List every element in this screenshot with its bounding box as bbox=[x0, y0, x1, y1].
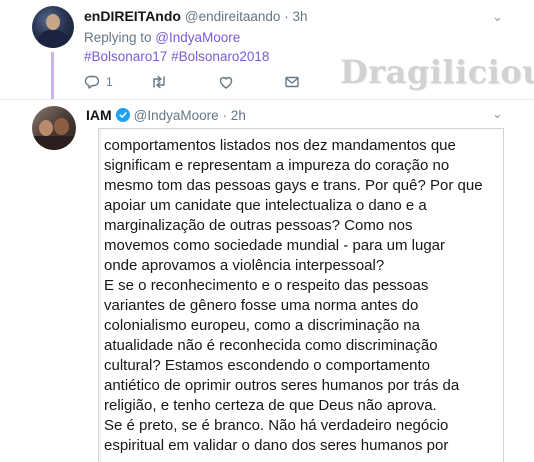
reply-icon bbox=[84, 75, 100, 89]
avatar-shadow bbox=[32, 136, 76, 150]
body-text-line: marginalização de outras pessoas? Como n… bbox=[104, 217, 413, 234]
tweet2-display-name[interactable]: IAM bbox=[86, 107, 112, 123]
body-text-line: cultural? Estamos escondendo o comportam… bbox=[104, 357, 431, 374]
tweet1-handle[interactable]: @endireitaando bbox=[185, 9, 281, 24]
like-button[interactable] bbox=[218, 74, 234, 90]
tweet2-handle[interactable]: @IndyaMoore bbox=[134, 108, 219, 123]
body-text-line: significam e representam a impureza do c… bbox=[104, 157, 450, 174]
tweet2-more-chevron-down-icon[interactable]: ⌄ bbox=[492, 106, 503, 122]
body-text-line: Se é preto, se é branco. Não há verdadei… bbox=[104, 417, 449, 434]
body-text-line: movemos como sociedade mundial - para um… bbox=[104, 237, 445, 254]
retweet-icon bbox=[153, 75, 165, 89]
tweet1-display-name[interactable]: enDIREITAndo bbox=[84, 8, 181, 24]
direct-message-button[interactable] bbox=[284, 74, 300, 90]
avatar-body bbox=[38, 30, 68, 48]
tweet1-action-bar: 1 bbox=[84, 74, 384, 92]
body-text-line: onde aprovamos a violência interpessoal? bbox=[104, 257, 385, 274]
tweet1-time[interactable]: · 3h bbox=[284, 9, 307, 24]
body-text-line: colonialismo europeu, como a discriminaç… bbox=[104, 317, 420, 334]
avatar-face bbox=[46, 14, 60, 30]
avatar-face-right bbox=[54, 118, 69, 135]
replying-to-mention-link[interactable]: @IndyaMoore bbox=[155, 30, 240, 45]
reply-button[interactable]: 1 bbox=[84, 74, 113, 90]
tweet2-attached-text-image[interactable]: comportamentos listados nos dez mandamen… bbox=[98, 128, 504, 462]
body-text-line: atualidade não é reconhecida como discri… bbox=[104, 337, 438, 354]
replying-to-prefix: Replying to bbox=[84, 30, 156, 45]
body-text-line: espiritual em validar o dano dos seres h… bbox=[104, 437, 449, 454]
tweet2-time[interactable]: · 2h bbox=[223, 108, 246, 123]
tweet2-body-text: comportamentos listados nos dez mandamen… bbox=[104, 136, 504, 456]
body-text-line: antiético de oprimir outros seres humano… bbox=[104, 377, 460, 394]
tweet2-header: IAM @IndyaMoore · 2h bbox=[86, 107, 246, 123]
verified-badge-icon bbox=[115, 108, 130, 122]
tweet-divider bbox=[0, 99, 534, 100]
tweet-thread-screenshot: enDIREITAndo @endireitaando · 3h ⌄ Reply… bbox=[0, 0, 534, 462]
heart-icon bbox=[219, 76, 233, 89]
tweet1-more-chevron-down-icon[interactable]: ⌄ bbox=[492, 9, 503, 25]
body-text-line: mesmo tom das pessoas gays e trans. Por … bbox=[104, 177, 483, 194]
thread-connector-line bbox=[51, 52, 54, 100]
body-text-line: variantes de gênero fosse uma norma ante… bbox=[104, 297, 419, 314]
body-text-line: E se o reconhecimento e o respeito das p… bbox=[104, 277, 429, 294]
avatar-face-left bbox=[39, 120, 53, 136]
retweet-button[interactable] bbox=[150, 74, 168, 90]
envelope-icon bbox=[285, 76, 299, 88]
tweet1-replying-to: Replying to @IndyaMoore bbox=[84, 30, 240, 45]
tweet1-hashtags[interactable]: #Bolsonaro17 #Bolsonaro2018 bbox=[84, 49, 269, 64]
reply-count: 1 bbox=[106, 75, 113, 89]
body-text-line: religião, e tenho certeza de que Deus nã… bbox=[104, 397, 437, 414]
body-text-line: apoiar um canidate que intelectualiza o … bbox=[104, 197, 427, 214]
avatar-iam[interactable] bbox=[32, 106, 76, 150]
body-text-line: comportamentos listados nos dez mandamen… bbox=[104, 137, 456, 154]
tweet1-header: enDIREITAndo @endireitaando · 3h bbox=[84, 8, 308, 24]
dragilicious-watermark-logo: Dragilicious bbox=[340, 53, 534, 91]
avatar-endireitaando[interactable] bbox=[32, 6, 74, 48]
